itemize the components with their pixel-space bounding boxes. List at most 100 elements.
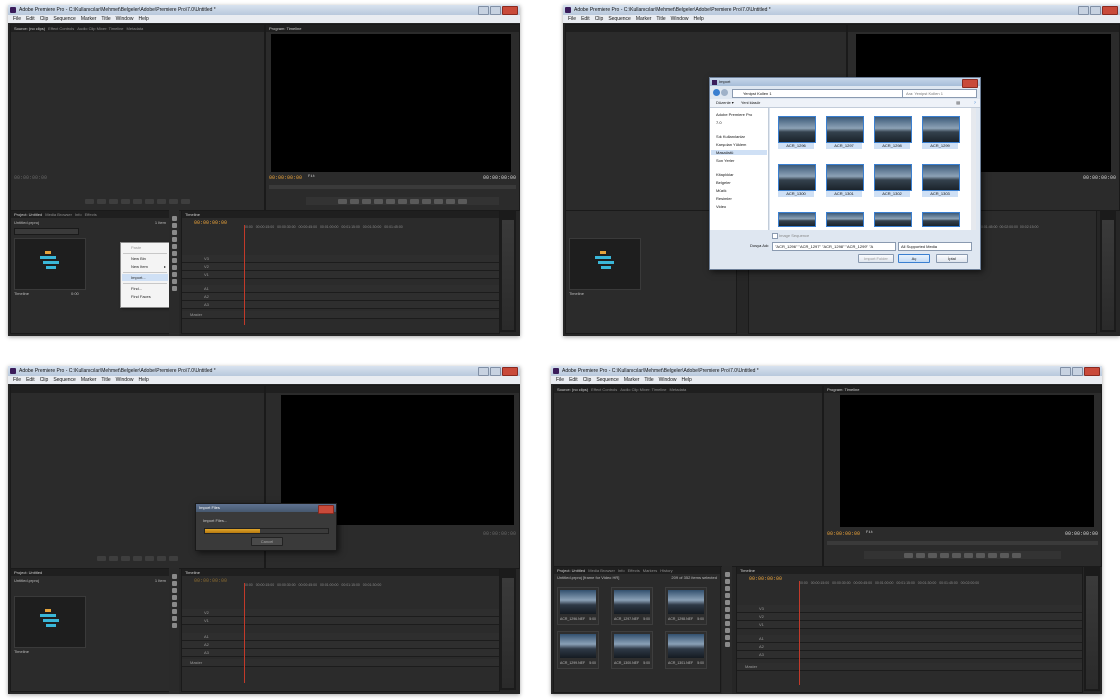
menu-sequence[interactable]: Sequence — [608, 15, 631, 23]
menu-clip[interactable]: Clip — [595, 15, 604, 23]
track-a1[interactable]: A1 — [182, 285, 499, 293]
track-a2[interactable]: A2 — [182, 293, 499, 301]
menu-file[interactable]: File — [556, 376, 564, 384]
menu-help[interactable]: Help — [681, 376, 691, 384]
tab-timeline[interactable]: Timeline — [185, 211, 200, 218]
track-v2[interactable]: V2 — [737, 613, 1082, 621]
project-search-input[interactable] — [14, 228, 79, 235]
tab-timeline[interactable]: Timeline — [740, 567, 755, 574]
menu-title[interactable]: Title — [644, 376, 653, 384]
open-button[interactable]: Aç — [898, 254, 930, 263]
menu-item-new-bin[interactable]: New Bin — [131, 256, 146, 261]
tab-audio-mixer[interactable]: Audio Clip Mixer: Timeline — [77, 25, 123, 32]
selection-tool-icon[interactable] — [171, 216, 177, 221]
sequence-thumbnail[interactable] — [569, 238, 641, 290]
clip-thumbnail[interactable]: ACR_1299.NEF 5:00 — [557, 631, 599, 669]
track-v2[interactable]: V2 — [182, 263, 499, 271]
playhead[interactable] — [244, 225, 245, 325]
cancel-button[interactable]: İptal — [936, 254, 968, 263]
file-thumb[interactable]: ACR_1296 — [778, 116, 816, 149]
nav-favorites[interactable]: Sık Kullanılanlar — [716, 134, 745, 139]
tab-program[interactable]: Program: Timeline — [827, 386, 859, 393]
menu-help[interactable]: Help — [138, 376, 148, 384]
menu-window[interactable]: Window — [671, 15, 689, 23]
clip-thumbnail[interactable]: ACR_1301.NEF 5:00 — [665, 631, 707, 669]
rate-stretch-tool-icon[interactable] — [171, 244, 177, 249]
time-ruler[interactable]: 00:00 00:00:15:00 00:00:30:00 00:00:45:0… — [244, 583, 491, 588]
playhead[interactable] — [244, 583, 245, 683]
track-master[interactable]: Master — [737, 663, 1082, 671]
dialog-close-button[interactable] — [318, 505, 334, 514]
close-button[interactable] — [1102, 6, 1118, 15]
tab-audio-mixer[interactable]: Audio Clip Mixer: Timeline — [620, 386, 666, 393]
clip-thumbnail[interactable]: ACR_1298.NEF 5:00 — [665, 587, 707, 625]
track-a1[interactable]: A1 — [737, 635, 1082, 643]
nav-music[interactable]: Müzik — [716, 188, 726, 193]
search-box[interactable]: Ara: Yenipst Kollen 1 — [902, 89, 977, 98]
menu-marker[interactable]: Marker — [81, 15, 97, 23]
minimize-button[interactable] — [478, 6, 489, 15]
file-thumb[interactable] — [874, 212, 912, 227]
track-a1[interactable]: A1 — [182, 633, 499, 641]
pen-tool-icon[interactable] — [171, 272, 177, 277]
minimize-button[interactable] — [478, 367, 489, 376]
maximize-button[interactable] — [1072, 367, 1083, 376]
menu-sequence[interactable]: Sequence — [53, 15, 76, 23]
tab-metadata[interactable]: Metadata — [670, 386, 687, 393]
menu-title[interactable]: Title — [656, 15, 665, 23]
tab-info[interactable]: Info — [75, 211, 82, 218]
minimize-button[interactable] — [1060, 367, 1071, 376]
tab-effects[interactable]: Effects — [85, 211, 97, 218]
track-v1[interactable]: V1 — [182, 271, 499, 279]
track-v1[interactable]: V1 — [737, 621, 1082, 629]
nav-desktop[interactable]: Masaüstü — [711, 150, 767, 155]
menu-help[interactable]: Help — [138, 15, 148, 23]
track-a2[interactable]: A2 — [737, 643, 1082, 651]
time-ruler[interactable]: 00:00 00:00:15:00 00:00:30:00 00:00:45:0… — [799, 581, 1074, 586]
nav-downloads[interactable]: Karşıdan Yüklem — [716, 142, 746, 147]
tab-source[interactable]: Source: (no clips) — [14, 25, 45, 32]
sequence-thumbnail[interactable] — [14, 596, 86, 648]
maximize-button[interactable] — [1090, 6, 1101, 15]
track-master[interactable]: Master — [182, 311, 499, 319]
fit-dropdown[interactable]: Fit — [308, 175, 315, 179]
file-thumb[interactable]: ACR_1298 — [874, 116, 912, 149]
menu-sequence[interactable]: Sequence — [596, 376, 619, 384]
nav-recent[interactable]: Son Yerler — [716, 158, 734, 163]
file-thumb[interactable] — [778, 212, 816, 227]
file-type-select[interactable]: All Supported Media — [898, 242, 972, 251]
dialog-close-button[interactable] — [962, 79, 978, 88]
fit-dropdown[interactable]: Fit — [866, 531, 873, 535]
tab-timeline[interactable]: Timeline — [185, 569, 200, 576]
file-thumb[interactable]: ACR_1297 — [826, 116, 864, 149]
file-thumb[interactable] — [922, 212, 960, 227]
menu-marker[interactable]: Marker — [81, 376, 97, 384]
menu-edit[interactable]: Edit — [569, 376, 578, 384]
track-a3[interactable]: A3 — [737, 651, 1082, 659]
address-bar[interactable]: Yenipst Kollen 1 — [732, 89, 904, 98]
track-a2[interactable]: A2 — [182, 641, 499, 649]
organize-button[interactable]: Düzenle ▾ — [716, 100, 734, 105]
track-v2[interactable]: V2 — [182, 609, 499, 617]
file-thumb[interactable]: ACR_1299 — [922, 116, 960, 149]
tab-info[interactable]: Info — [618, 567, 625, 574]
cancel-button[interactable]: Cancel — [251, 537, 283, 546]
track-v1[interactable]: V1 — [182, 617, 499, 625]
menu-item-paste[interactable]: Paste — [131, 245, 141, 250]
time-ruler[interactable]: 00:00 00:00:15:00 00:00:30:00 00:00:45:0… — [244, 225, 491, 230]
file-thumb[interactable]: ACR_1301 — [826, 164, 864, 197]
menu-marker[interactable]: Marker — [624, 376, 640, 384]
slide-tool-icon[interactable] — [171, 265, 177, 270]
sequence-thumbnail[interactable] — [14, 238, 86, 290]
menu-file[interactable]: File — [13, 376, 21, 384]
menu-help[interactable]: Help — [693, 15, 703, 23]
new-folder-button[interactable]: Yeni klasör — [741, 100, 760, 105]
track-a3[interactable]: A3 — [182, 301, 499, 309]
menu-clip[interactable]: Clip — [40, 376, 49, 384]
nav-libraries[interactable]: Kitaplıklar — [716, 172, 734, 177]
menu-file[interactable]: File — [13, 15, 21, 23]
tab-history[interactable]: History — [660, 567, 672, 574]
menu-edit[interactable]: Edit — [581, 15, 590, 23]
program-scrub-bar[interactable] — [827, 541, 1098, 545]
image-sequence-checkbox[interactable] — [772, 233, 778, 239]
